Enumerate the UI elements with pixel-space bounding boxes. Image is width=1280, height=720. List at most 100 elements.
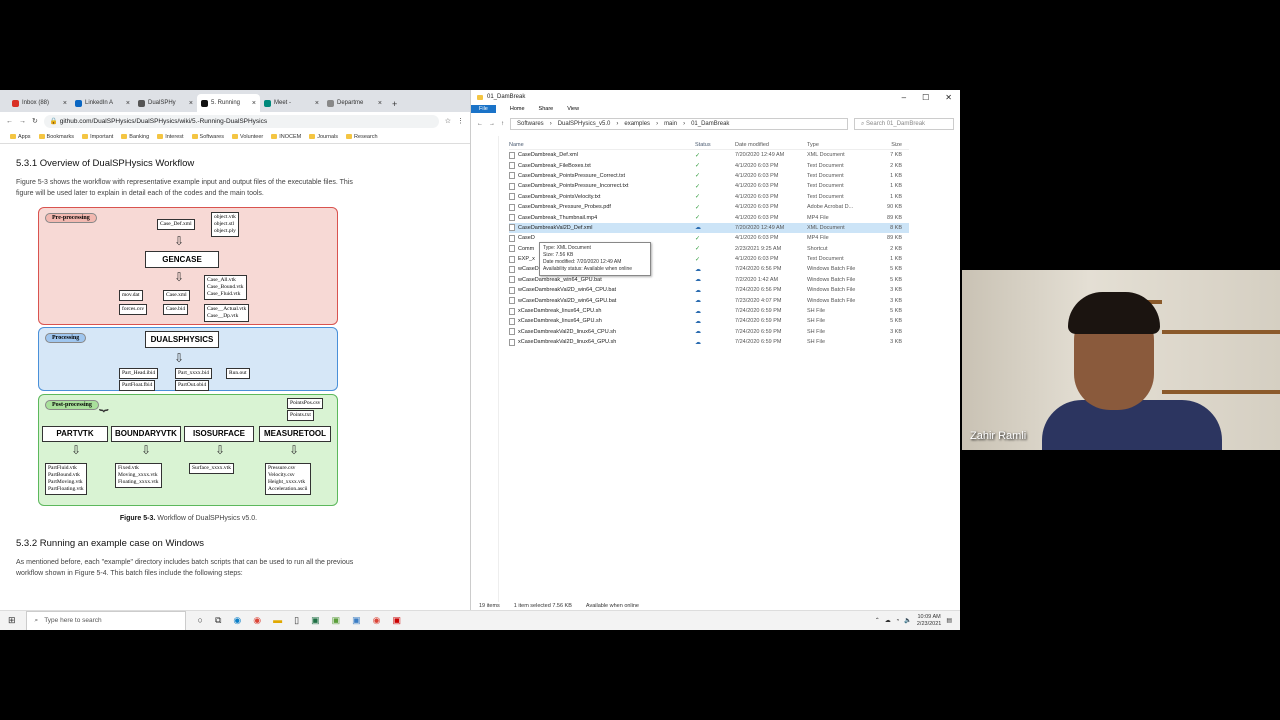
up-icon[interactable]: ↑ <box>501 121 504 127</box>
bookmark-item[interactable]: Important <box>82 134 113 140</box>
star-icon[interactable]: ☆ <box>445 117 451 125</box>
browser-tab[interactable]: Meet - × <box>260 94 323 112</box>
file-icon <box>509 245 515 253</box>
bookmark-item[interactable]: Volunteer <box>232 134 263 140</box>
cortana-icon[interactable]: ○ <box>198 615 203 626</box>
breadcrumb-item[interactable]: main <box>664 121 677 127</box>
size-cell: 3 KB <box>890 297 902 304</box>
file-row[interactable]: xCaseDambreak_linux64_CPU.sh ☁ 7/24/2020 6… <box>509 306 909 316</box>
chrome-icon[interactable]: ◉ <box>253 615 261 626</box>
file-icon <box>509 338 515 346</box>
browser-tab[interactable]: Departme × <box>323 94 386 112</box>
breadcrumb-item[interactable]: DualSPHysics_v5.0 <box>558 121 611 127</box>
tab-close-icon[interactable]: × <box>378 100 382 107</box>
ribbon-tab-view[interactable]: View <box>567 106 579 112</box>
tab-label: Inbox (88) <box>22 100 50 106</box>
file-row[interactable]: CaseDambreak_Pressure_Probes.pdf ✓ 4/1/202… <box>509 202 909 212</box>
chevron-up-icon[interactable]: ⌃ <box>875 617 880 624</box>
breadcrumb-item[interactable]: Softwares <box>517 121 544 127</box>
file-name-cell: CaseDambreak_Pressure_Probes.pdf <box>509 203 695 211</box>
file-row[interactable]: CaseDambreak_Thumbnail.mp4 ✓ 4/1/2020 6:03… <box>509 212 909 222</box>
notepad-icon[interactable]: ▯ <box>294 615 299 626</box>
tab-close-icon[interactable]: × <box>126 100 130 107</box>
file-row[interactable]: xCaseDambreakVal2D_linux64_GPU.sh ☁ 7/24/2… <box>509 337 909 347</box>
file-row[interactable]: CaseDambreak_FileBoxes.txt ✓ 4/1/2020 6:03… <box>509 160 909 170</box>
chrome-icon[interactable]: ◉ <box>373 615 381 626</box>
taskbar-search[interactable]: ⌕ Type here to search <box>25 610 186 630</box>
app-icon[interactable]: ▣ <box>352 615 361 626</box>
file-row[interactable]: CaseDambreak_PointsVelocity.txt ✓ 4/1/2020… <box>509 192 909 202</box>
edge-icon[interactable]: ◉ <box>233 615 241 626</box>
notification-icon[interactable]: ▤ <box>946 617 952 624</box>
bookmark-item[interactable]: Bookmarks <box>38 134 74 140</box>
column-date[interactable]: Date modified <box>735 142 807 148</box>
task-view-icon[interactable]: ⧉ <box>215 615 221 626</box>
bookmark-item[interactable]: Apps <box>10 134 31 140</box>
navigation-pane[interactable] <box>471 136 499 602</box>
bookmark-item[interactable]: INOCEM <box>271 134 301 140</box>
cloud-icon[interactable]: ☁ <box>885 617 891 624</box>
file-row[interactable]: wCaseDambreak_win64_GPU.bat ☁ 7/2/2020 1:4… <box>509 275 909 285</box>
bookmark-item[interactable]: Banking <box>121 134 149 140</box>
acrobat-icon[interactable]: ▣ <box>393 615 402 626</box>
bookmark-item[interactable]: Journals <box>309 134 338 140</box>
forward-icon[interactable]: → <box>489 121 495 127</box>
volume-icon[interactable]: 🔈 <box>904 617 911 624</box>
file-row[interactable]: CaseDambreak_Def.xml ✓ 7/20/2020 12:49 AM X… <box>509 150 909 160</box>
browser-tab[interactable]: DualSPHy × <box>134 94 197 112</box>
column-status[interactable]: Status <box>695 142 735 148</box>
tab-close-icon[interactable]: × <box>315 100 319 107</box>
bookmark-item[interactable]: Softwares <box>191 134 224 140</box>
column-size[interactable]: Size <box>867 142 902 148</box>
tab-close-icon[interactable]: × <box>63 100 67 107</box>
excel-icon[interactable]: ▣ <box>311 615 320 626</box>
bookmark-folder-icon <box>271 134 278 139</box>
file-row[interactable]: wCaseDambreakVal2D_win64_CPU.bat ☁ 7/24/20… <box>509 285 909 295</box>
ribbon-tab-share[interactable]: Share <box>539 106 554 112</box>
app-icon[interactable]: ▣ <box>332 615 341 626</box>
ribbon-tab-file[interactable]: File <box>471 105 496 113</box>
back-icon[interactable]: ← <box>6 118 13 125</box>
status-cell: ☁ <box>695 266 735 273</box>
close-icon[interactable]: ✕ <box>945 93 952 102</box>
tab-favicon-icon <box>264 99 271 107</box>
shelf <box>1162 330 1280 334</box>
file-icon <box>509 162 515 170</box>
maximize-icon[interactable]: ☐ <box>922 93 929 102</box>
column-type[interactable]: Type <box>807 142 867 148</box>
bookmark-item[interactable]: Interest <box>157 134 184 140</box>
file-row[interactable]: CaseDambreakVal2D_Def.xml ☁ 7/20/2020 12:4… <box>509 222 909 234</box>
windows-start-icon[interactable]: ⊞ <box>8 615 16 626</box>
network-icon[interactable]: ◔ <box>896 618 900 624</box>
back-icon[interactable]: ← <box>477 121 483 127</box>
file-row[interactable]: xCaseDambreakVal2D_linux64_CPU.sh ☁ 7/24/2… <box>509 327 909 337</box>
date-cell: 4/1/2020 6:03 PM <box>735 172 779 179</box>
file-name-cell: xCaseDambreak_linux64_GPU.sh <box>509 317 695 325</box>
column-name[interactable]: Name <box>509 142 695 148</box>
forward-icon[interactable]: → <box>19 118 26 125</box>
breadcrumb[interactable]: Softwares › DualSPHysics_v5.0 › examples › mai… <box>510 118 848 130</box>
breadcrumb-item[interactable]: 01_DamBreak <box>691 121 729 127</box>
file-row[interactable]: xCaseDambreak_linux64_GPU.sh ☁ 7/24/2020 6… <box>509 316 909 326</box>
bookmark-item[interactable]: Research <box>346 134 378 140</box>
browser-tab[interactable]: Inbox (88) × <box>8 94 71 112</box>
ribbon-tab-home[interactable]: Home <box>510 106 525 112</box>
file-explorer-icon[interactable]: ▬ <box>273 615 282 626</box>
file-row[interactable]: CaseDambreak_PointsPressure_Correct.txt ✓… <box>509 171 909 181</box>
reload-icon[interactable]: ↻ <box>32 117 38 125</box>
file-row[interactable]: CaseDambreak_PointsPressure_Incorrect.tx… <box>509 181 909 191</box>
address-bar[interactable]: 🔒 github.com/DualSPHysics/DualSPHysics/w… <box>43 114 439 128</box>
tab-close-icon[interactable]: × <box>189 100 193 107</box>
minimize-icon[interactable]: – <box>902 93 906 102</box>
new-tab-icon[interactable]: + <box>386 99 403 112</box>
browser-tab[interactable]: 5. Running × <box>197 94 260 112</box>
tab-close-icon[interactable]: × <box>252 100 256 107</box>
file-row[interactable]: wCaseDambreakVal2D_win64_GPU.bat ☁ 7/23/20… <box>509 295 909 305</box>
breadcrumb-item[interactable]: examples <box>624 121 650 127</box>
extensions-icon[interactable]: ⋮ <box>457 117 464 125</box>
size-cell: 3 KB <box>890 328 902 335</box>
folder-search-input[interactable]: ⌕ Search 01_DamBreak <box>854 118 954 130</box>
synced-check-icon: ✓ <box>695 246 701 253</box>
browser-tab[interactable]: LinkedIn A × <box>71 94 134 112</box>
clock[interactable]: 10:09 AM 2/23/2021 <box>917 614 941 628</box>
